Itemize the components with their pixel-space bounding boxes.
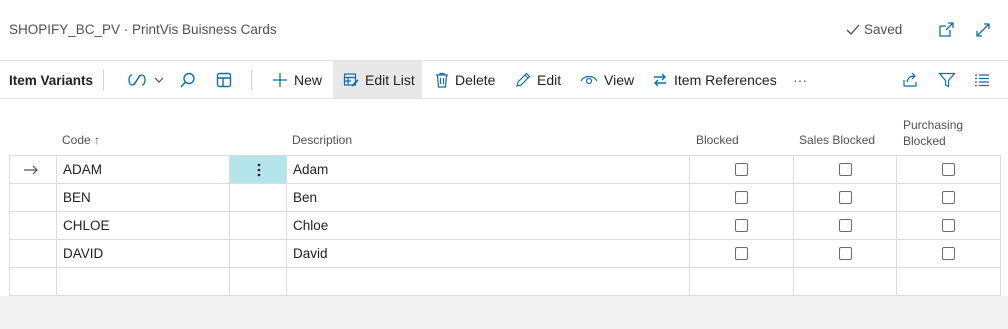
cell-code[interactable]: ADAM: [63, 156, 102, 183]
new-button[interactable]: New: [266, 61, 328, 98]
saved-label: Saved: [864, 22, 903, 37]
checkbox-sales-blocked[interactable]: [839, 156, 852, 183]
more-label: ···: [793, 71, 807, 88]
divider: [103, 70, 104, 90]
grid-line: [793, 155, 794, 296]
checkmark-icon: [846, 24, 860, 35]
checkbox-sales-blocked[interactable]: [839, 184, 852, 211]
checkbox-blocked[interactable]: [735, 156, 748, 183]
chevron-down-icon: [154, 77, 164, 83]
layout-icon: [216, 72, 232, 87]
table-row[interactable]: CHLOE Chloe: [9, 212, 1001, 240]
column-header-code[interactable]: Code ↑: [62, 133, 100, 147]
view-button[interactable]: View: [574, 61, 640, 98]
copilot-icon: [128, 73, 146, 86]
delete-label: Delete: [455, 71, 496, 88]
column-header-description[interactable]: Description: [292, 133, 352, 147]
column-header-blocked[interactable]: Blocked: [696, 133, 739, 147]
saved-status: Saved: [845, 22, 902, 37]
cell-description[interactable]: David: [293, 240, 328, 267]
column-header-sales-blocked[interactable]: Sales Blocked: [799, 133, 875, 147]
grid-line: [1000, 155, 1001, 296]
checkbox-purchasing-blocked[interactable]: [942, 212, 955, 239]
page-title: SHOPIFY_BC_PV · PrintVis Buisness Cards: [9, 22, 277, 37]
plus-icon: [273, 72, 287, 87]
column-header-purchasing-blocked[interactable]: Purchasing Blocked: [903, 117, 963, 149]
grid-line: [286, 155, 287, 296]
expand-icon[interactable]: [974, 21, 992, 39]
edit-button[interactable]: Edit: [509, 61, 567, 98]
delete-button[interactable]: Delete: [429, 61, 501, 98]
grid-line: [229, 155, 230, 296]
action-bar: Item Variants New Edit List Delete Edit …: [0, 60, 1008, 99]
cell-code[interactable]: CHLOE: [63, 212, 110, 239]
empty-new-row[interactable]: [9, 268, 1001, 296]
checkbox-blocked[interactable]: [735, 212, 748, 239]
layout-button[interactable]: [209, 61, 239, 98]
share-icon: [903, 72, 917, 87]
table-row[interactable]: DAVID David: [9, 240, 1001, 268]
checkbox-sales-blocked[interactable]: [839, 212, 852, 239]
swap-arrows-icon: [654, 73, 666, 86]
column-header-purchasing-blocked-line1: Purchasing: [903, 118, 964, 132]
vertical-ellipsis-icon: [257, 163, 260, 176]
section-title: Item Variants: [9, 73, 94, 88]
title-bar: SHOPIFY_BC_PV · PrintVis Buisness Cards …: [0, 0, 1008, 60]
checkbox-blocked[interactable]: [735, 184, 748, 211]
filter-button[interactable]: [932, 61, 962, 98]
cell-code[interactable]: DAVID: [63, 240, 103, 267]
row-indicator-arrow-icon: [23, 156, 39, 183]
open-in-new-window-icon[interactable]: [937, 21, 955, 39]
edit-list-label: Edit List: [365, 71, 415, 88]
cell-description[interactable]: Ben: [293, 184, 317, 211]
cell-code[interactable]: BEN: [63, 184, 91, 211]
view-label: View: [604, 71, 635, 88]
footer-area: [0, 296, 1008, 329]
cell-description[interactable]: Chloe: [293, 212, 328, 239]
search-button[interactable]: [173, 61, 203, 98]
filter-icon: [938, 72, 956, 87]
edit-label: Edit: [537, 71, 562, 88]
checkbox-purchasing-blocked[interactable]: [942, 240, 955, 267]
grid-line: [896, 155, 897, 296]
row-actions-button[interactable]: [230, 156, 287, 183]
list-view-button[interactable]: [968, 61, 996, 98]
grid-line: [9, 155, 10, 296]
divider: [251, 70, 252, 90]
more-actions-button[interactable]: ···: [787, 61, 813, 98]
checkbox-purchasing-blocked[interactable]: [942, 156, 955, 183]
checkbox-blocked[interactable]: [735, 240, 748, 267]
new-label: New: [294, 71, 323, 88]
item-references-label: Item References: [674, 71, 777, 88]
edit-list-button[interactable]: Edit List: [333, 61, 422, 98]
column-header-purchasing-blocked-line2: Blocked: [903, 134, 946, 148]
search-icon: [180, 72, 195, 88]
grid-line: [689, 155, 690, 296]
copilot-menu-button[interactable]: [120, 61, 170, 98]
list-icon: [975, 73, 989, 86]
checkbox-purchasing-blocked[interactable]: [942, 184, 955, 211]
grid-line: [56, 155, 57, 296]
trash-icon: [436, 72, 448, 88]
pencil-icon: [516, 72, 531, 87]
edit-list-icon: [343, 72, 359, 87]
table-row[interactable]: ADAM Adam: [9, 156, 1001, 184]
cell-description[interactable]: Adam: [293, 156, 328, 183]
item-references-button[interactable]: Item References: [646, 61, 783, 98]
table-row[interactable]: BEN Ben: [9, 184, 1001, 212]
eye-icon: [580, 75, 598, 84]
share-button[interactable]: [895, 61, 925, 98]
checkbox-sales-blocked[interactable]: [839, 240, 852, 267]
